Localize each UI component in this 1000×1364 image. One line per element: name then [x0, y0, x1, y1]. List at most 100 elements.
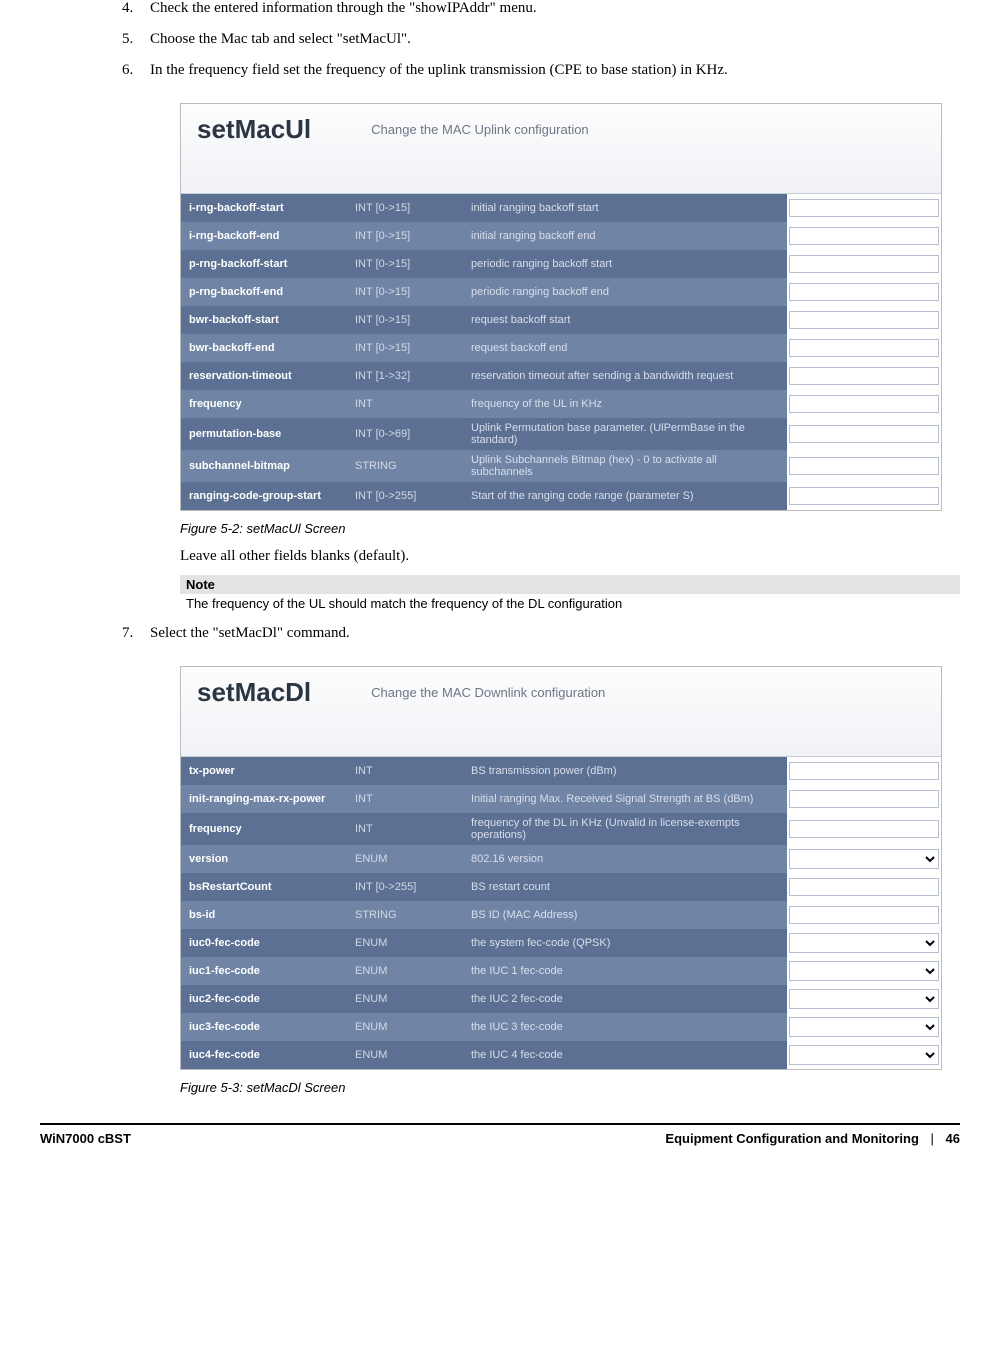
param-desc: the IUC 4 fec-code — [463, 1041, 787, 1069]
param-input-cell — [787, 957, 941, 985]
param-name: subchannel-bitmap — [181, 450, 347, 482]
note-label: Note — [180, 575, 960, 594]
param-type: INT [1->32] — [347, 362, 463, 390]
note-box: Note The frequency of the UL should matc… — [180, 575, 960, 613]
param-type: INT — [347, 813, 463, 845]
param-type: ENUM — [347, 985, 463, 1013]
param-input-cell — [787, 222, 941, 250]
param-name: p-rng-backoff-end — [181, 278, 347, 306]
dl-version-select[interactable] — [789, 849, 939, 869]
dl-tx-power-input[interactable] — [789, 762, 939, 780]
dl-frequency-input[interactable] — [789, 820, 939, 838]
ul-permutation-base-input[interactable] — [789, 425, 939, 443]
param-type: INT [0->69] — [347, 418, 463, 450]
param-desc: BS ID (MAC Address) — [463, 901, 787, 929]
param-type: STRING — [347, 450, 463, 482]
table-row: i-rng-backoff-endINT [0->15]initial rang… — [181, 222, 941, 250]
ul-bwr-backoff-start-input[interactable] — [789, 311, 939, 329]
param-type: ENUM — [347, 929, 463, 957]
param-name: iuc0-fec-code — [181, 929, 347, 957]
param-name: i-rng-backoff-start — [181, 194, 347, 222]
param-input-cell — [787, 250, 941, 278]
ul-reservation-timeout-input[interactable] — [789, 367, 939, 385]
table-row: reservation-timeoutINT [1->32]reservatio… — [181, 362, 941, 390]
param-name: reservation-timeout — [181, 362, 347, 390]
table-row: i-rng-backoff-startINT [0->15]initial ra… — [181, 194, 941, 222]
step-4: 4.Check the entered information through … — [150, 0, 960, 17]
setmacdl-title: setMacDl — [197, 677, 311, 708]
param-desc: frequency of the DL in KHz (Unvalid in l… — [463, 813, 787, 845]
param-input-cell — [787, 985, 941, 1013]
table-row: p-rng-backoff-startINT [0->15]periodic r… — [181, 250, 941, 278]
param-type: INT [0->15] — [347, 334, 463, 362]
param-name: iuc1-fec-code — [181, 957, 347, 985]
param-desc: Uplink Permutation base parameter. (UlPe… — [463, 418, 787, 450]
param-desc: the IUC 2 fec-code — [463, 985, 787, 1013]
setmacdl-screenshot: setMacDl Change the MAC Downlink configu… — [180, 666, 942, 1070]
param-desc: Start of the ranging code range (paramet… — [463, 482, 787, 510]
dl-init-ranging-max-rx-power-input[interactable] — [789, 790, 939, 808]
param-type: INT [0->255] — [347, 482, 463, 510]
param-name: i-rng-backoff-end — [181, 222, 347, 250]
param-input-cell — [787, 1013, 941, 1041]
step-5: 5.Choose the Mac tab and select "setMacU… — [150, 31, 960, 48]
figure-5-2: setMacUl Change the MAC Uplink configura… — [180, 103, 960, 536]
dl-iuc3-fec-code-select[interactable] — [789, 1017, 939, 1037]
param-name: init-ranging-max-rx-power — [181, 785, 347, 813]
table-row: versionENUM802.16 version — [181, 845, 941, 873]
param-name: bs-id — [181, 901, 347, 929]
param-type: INT [0->15] — [347, 278, 463, 306]
ul-i-rng-backoff-end-input[interactable] — [789, 227, 939, 245]
note-body: The frequency of the UL should match the… — [180, 594, 960, 613]
param-desc: reservation timeout after sending a band… — [463, 362, 787, 390]
param-desc: periodic ranging backoff end — [463, 278, 787, 306]
dl-iuc4-fec-code-select[interactable] — [789, 1045, 939, 1065]
dl-iuc2-fec-code-select[interactable] — [789, 989, 939, 1009]
table-row: p-rng-backoff-endINT [0->15]periodic ran… — [181, 278, 941, 306]
param-name: ranging-code-group-start — [181, 482, 347, 510]
param-input-cell — [787, 757, 941, 785]
param-desc: 802.16 version — [463, 845, 787, 873]
param-input-cell — [787, 418, 941, 450]
ul-ranging-code-group-start-input[interactable] — [789, 487, 939, 505]
dl-bsRestartCount-input[interactable] — [789, 878, 939, 896]
figure-5-3: setMacDl Change the MAC Downlink configu… — [180, 666, 960, 1095]
param-input-cell — [787, 1041, 941, 1069]
param-type: INT [0->255] — [347, 873, 463, 901]
dl-bs-id-input[interactable] — [789, 906, 939, 924]
setmacdl-table: tx-powerINTBS transmission power (dBm)in… — [181, 757, 941, 1069]
ul-subchannel-bitmap-input[interactable] — [789, 457, 939, 475]
dl-iuc0-fec-code-select[interactable] — [789, 933, 939, 953]
post-figure-text: Leave all other fields blanks (default). — [180, 548, 960, 565]
ul-i-rng-backoff-start-input[interactable] — [789, 199, 939, 217]
param-desc: the IUC 3 fec-code — [463, 1013, 787, 1041]
param-name: frequency — [181, 390, 347, 418]
param-input-cell — [787, 278, 941, 306]
param-desc: initial ranging backoff start — [463, 194, 787, 222]
param-desc: the IUC 1 fec-code — [463, 957, 787, 985]
param-type: INT — [347, 390, 463, 418]
table-row: iuc1-fec-codeENUMthe IUC 1 fec-code — [181, 957, 941, 985]
table-row: frequencyINTfrequency of the DL in KHz (… — [181, 813, 941, 845]
param-type: ENUM — [347, 845, 463, 873]
figure-5-2-caption: Figure 5-2: setMacUl Screen — [180, 521, 960, 536]
param-name: iuc4-fec-code — [181, 1041, 347, 1069]
table-row: subchannel-bitmapSTRINGUplink Subchannel… — [181, 450, 941, 482]
ul-bwr-backoff-end-input[interactable] — [789, 339, 939, 357]
param-input-cell — [787, 482, 941, 510]
dl-iuc1-fec-code-select[interactable] — [789, 961, 939, 981]
ul-p-rng-backoff-end-input[interactable] — [789, 283, 939, 301]
param-desc: Initial ranging Max. Received Signal Str… — [463, 785, 787, 813]
param-desc: the system fec-code (QPSK) — [463, 929, 787, 957]
ul-frequency-input[interactable] — [789, 395, 939, 413]
param-desc: Uplink Subchannels Bitmap (hex) - 0 to a… — [463, 450, 787, 482]
param-input-cell — [787, 390, 941, 418]
param-name: iuc3-fec-code — [181, 1013, 347, 1041]
param-type: INT [0->15] — [347, 306, 463, 334]
ul-p-rng-backoff-start-input[interactable] — [789, 255, 939, 273]
table-row: iuc0-fec-codeENUMthe system fec-code (QP… — [181, 929, 941, 957]
param-desc: BS restart count — [463, 873, 787, 901]
param-input-cell — [787, 306, 941, 334]
param-name: bwr-backoff-start — [181, 306, 347, 334]
param-input-cell — [787, 901, 941, 929]
